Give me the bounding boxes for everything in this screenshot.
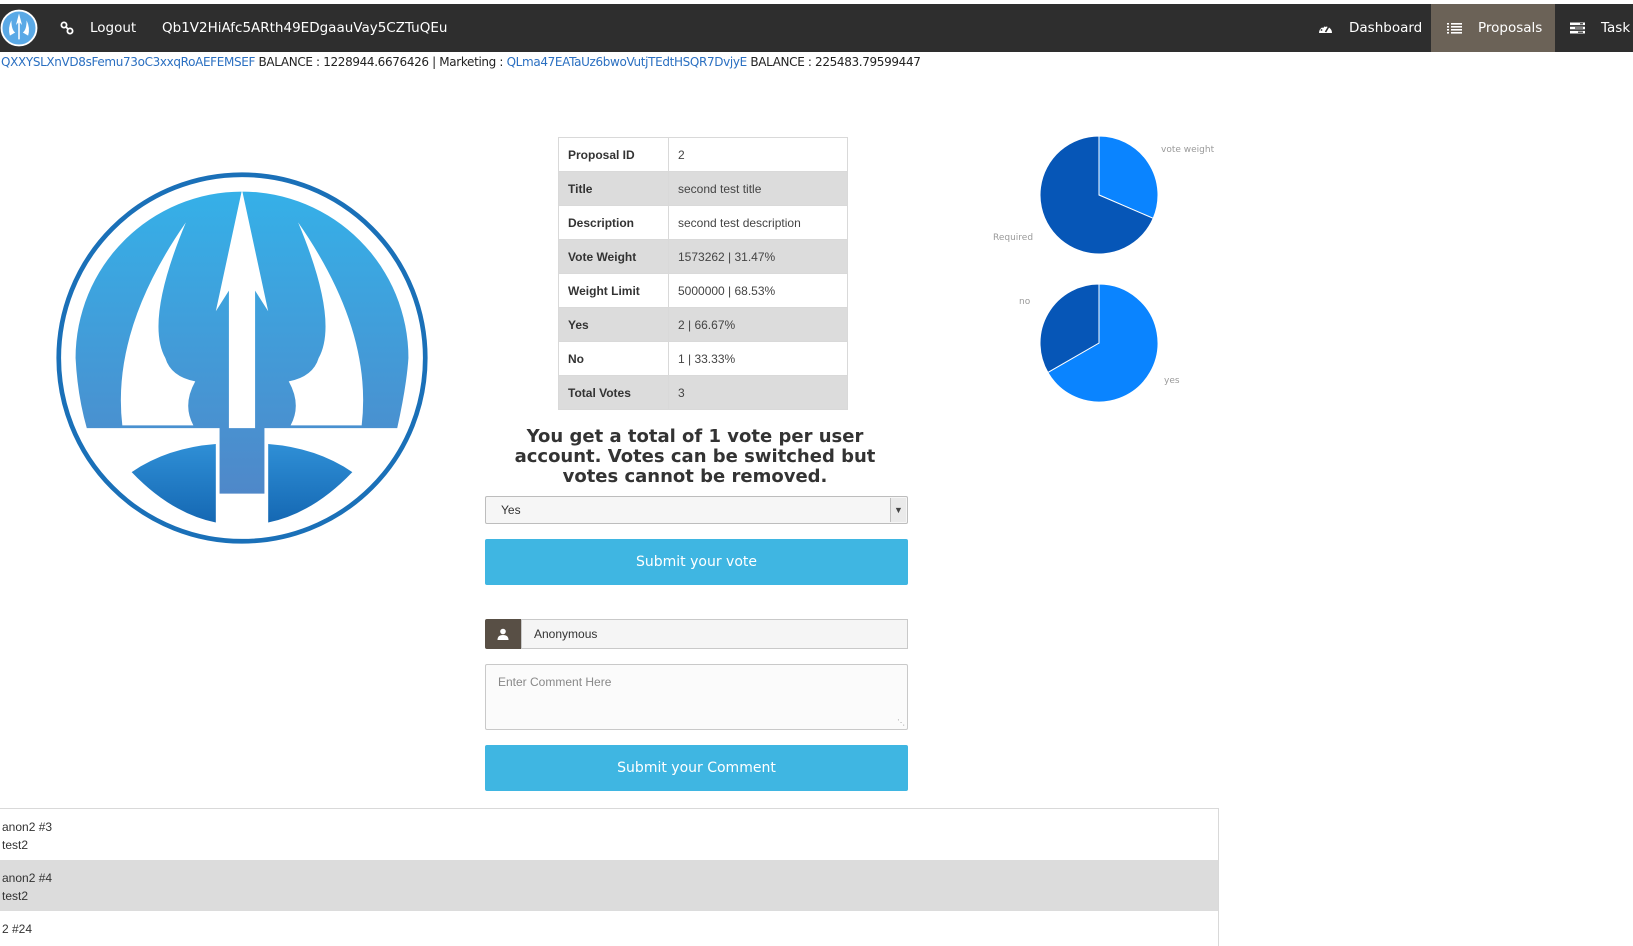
comments-list: anon2 #3 test2 anon2 #4 test2 2 #24 (0, 808, 1219, 946)
vote-select[interactable]: Yes ▼ (485, 496, 908, 524)
comment-item: 2 #24 (0, 911, 1218, 946)
row-key: No (558, 341, 669, 376)
resize-handle-icon[interactable]: ⋱ (897, 719, 905, 727)
chevron-down-icon[interactable]: ▼ (890, 498, 906, 522)
row-value: 2 (668, 137, 848, 172)
table-row: Total Votes 3 (558, 375, 848, 410)
proposal-details-table: Proposal ID 2 Title second test title Desc… (558, 137, 848, 410)
marketing-balance-text: BALANCE : 225483.79599447 (746, 55, 921, 69)
row-key: Proposal ID (558, 137, 669, 172)
comment-item: anon2 #3 test2 (0, 809, 1218, 860)
top-navbar: Logout Qb1V2HiAfc5ARth49EDgaauVay5CZTuQE… (0, 4, 1633, 52)
table-row: Vote Weight 1573262 | 31.47% (558, 239, 848, 274)
table-row: Proposal ID 2 (558, 137, 848, 172)
table-row: No 1 | 33.33% (558, 341, 848, 376)
nav-task-label: Task I (1601, 20, 1633, 36)
comment-author: 2 #24 (2, 922, 33, 936)
comment-author: anon2 #4 (2, 871, 53, 885)
row-value: 1 | 33.33% (668, 341, 848, 376)
pie-label-yes: yes (1164, 376, 1180, 386)
dashboard-gauge-icon (1319, 25, 1332, 33)
comment-author: anon2 #3 (2, 820, 53, 834)
comment-name-group: Anonymous (485, 619, 908, 649)
comment-textarea[interactable]: Enter Comment Here ⋱ (485, 664, 908, 730)
submit-vote-button[interactable]: Submit your vote (485, 539, 908, 585)
pie-label-required: Required (993, 233, 1034, 243)
account-address-label: Qb1V2HiAfc5ARth49EDgaauVay5CZTuQEu (162, 20, 448, 36)
nav-logout[interactable]: Logout (60, 4, 136, 52)
vote-select-value: Yes (501, 503, 521, 517)
row-key: Yes (558, 307, 669, 342)
table-row: Title second test title (558, 171, 848, 206)
nav-dashboard[interactable]: Dashboard (1318, 4, 1422, 52)
table-row: Description second test description (558, 205, 848, 240)
nav-dashboard-label: Dashboard (1349, 20, 1423, 36)
list-icon (1447, 23, 1462, 34)
pie-label-no: no (1019, 297, 1031, 307)
row-value: 5000000 | 68.53% (668, 273, 848, 308)
balance-line: QXXYSLXnVD8sFemu73oC3xxqRoAEFEMSEF BALAN… (1, 55, 921, 69)
row-key: Weight Limit (558, 273, 669, 308)
row-value: second test description (668, 205, 848, 240)
link-icon (60, 21, 74, 35)
comment-text: test2 (2, 889, 29, 903)
nav-proposals-label: Proposals (1478, 20, 1543, 36)
brand-logo-icon[interactable] (0, 9, 38, 47)
yes-no-pie-chart (1039, 283, 1159, 403)
row-key: Description (558, 205, 669, 240)
row-value: second test title (668, 171, 848, 206)
main-balance-text: BALANCE : 1228944.6676426 | Marketing : (255, 55, 507, 69)
trident-logo (56, 172, 428, 544)
main-wallet-address[interactable]: QXXYSLXnVD8sFemu73oC3xxqRoAEFEMSEF (1, 55, 255, 69)
row-key: Total Votes (558, 375, 669, 410)
marketing-wallet-address[interactable]: QLma47EATaUz6bwoVutjTEdtHSQR7DvjyE (507, 55, 748, 69)
user-icon (485, 619, 521, 649)
comment-text: test2 (2, 838, 29, 852)
nav-account-address[interactable]: Qb1V2HiAfc5ARth49EDgaauVay5CZTuQEu (162, 4, 447, 52)
vote-notice: You get a total of 1 vote per user accou… (514, 426, 876, 487)
vote-weight-pie-chart (1039, 135, 1159, 255)
row-key: Vote Weight (558, 239, 669, 274)
row-value: 2 | 66.67% (668, 307, 848, 342)
pie-label-vote-weight: vote weight (1161, 145, 1215, 155)
tasks-icon (1570, 22, 1585, 34)
table-row: Weight Limit 5000000 | 68.53% (558, 273, 848, 308)
comment-placeholder: Enter Comment Here (498, 675, 612, 689)
comment-name-input[interactable]: Anonymous (521, 619, 908, 649)
table-row: Yes 2 | 66.67% (558, 307, 848, 342)
submit-comment-button[interactable]: Submit your Comment (485, 745, 908, 791)
nav-logout-label: Logout (90, 20, 137, 36)
row-key: Title (558, 171, 669, 206)
nav-proposals[interactable]: Proposals (1431, 4, 1555, 52)
nav-task[interactable]: Task I (1570, 4, 1633, 52)
row-value: 3 (668, 375, 848, 410)
comment-item: anon2 #4 test2 (0, 860, 1218, 911)
row-value: 1573262 | 31.47% (668, 239, 848, 274)
